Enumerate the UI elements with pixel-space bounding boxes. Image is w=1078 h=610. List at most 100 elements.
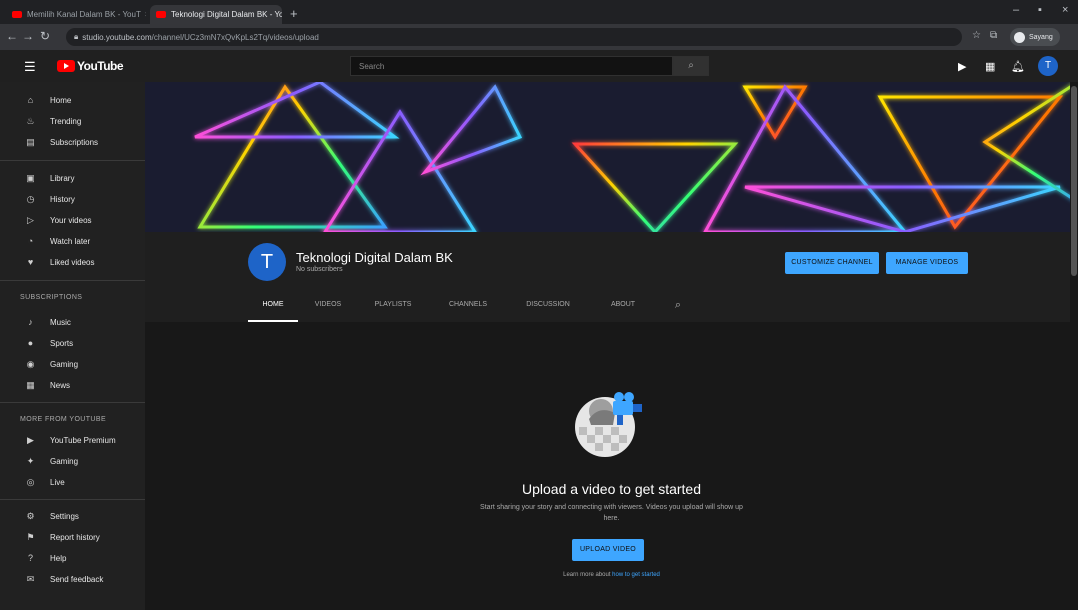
- profile-button[interactable]: Sayang: [1010, 28, 1060, 46]
- close-tab-1-icon[interactable]: ×: [141, 10, 146, 19]
- sidebar-divider: [0, 280, 145, 281]
- url-host: studio.youtube.com: [82, 32, 152, 42]
- sidebar-item-label: YouTube Premium: [50, 435, 116, 445]
- sidebar-item-label: Trending: [50, 116, 82, 126]
- close-window-button[interactable]: ×: [1062, 4, 1068, 16]
- sidebar-divider: [0, 402, 145, 403]
- sidebar-item-label: Live: [50, 477, 65, 487]
- youtube-favicon-icon: [156, 11, 166, 18]
- address-bar-row: ← → ↻ 🔒︎ studio.youtube.com /channel/UCz…: [0, 24, 1078, 50]
- sidebar-item-gaming[interactable]: ◉ Gaming: [0, 354, 145, 374]
- channel-banner: [145, 82, 1078, 232]
- youtube-play-icon: [57, 60, 75, 72]
- sidebar-item-label: Liked videos: [50, 257, 95, 267]
- tab-home[interactable]: HOME: [248, 292, 298, 322]
- subscriptions-heading: SUBSCRIPTIONS: [20, 294, 83, 301]
- sidebar-item-settings[interactable]: ⚙ Settings: [0, 506, 145, 526]
- sidebar-item-sports[interactable]: ● Sports: [0, 333, 145, 353]
- more-from-youtube-heading: MORE FROM YOUTUBE: [20, 416, 107, 423]
- browser-tab-2-label: Teknologi Digital Dalam BK - Yo: [171, 10, 282, 19]
- channel-title: Teknologi Digital Dalam BK: [296, 250, 453, 265]
- youtube-logo[interactable]: YouTube: [57, 59, 124, 73]
- create-video-icon[interactable]: ▶: [958, 60, 966, 73]
- tab-videos[interactable]: VIDEOS: [303, 292, 353, 322]
- tab-about[interactable]: ABOUT: [598, 292, 648, 322]
- history-icon: ◷: [26, 193, 35, 204]
- sidebar-item-label: Settings: [50, 511, 79, 521]
- sidebar-item-label: History: [50, 194, 75, 204]
- sidebar-item-home[interactable]: ⌂ Home: [0, 90, 145, 110]
- browser-tab-1-label: Memilih Kanal Dalam BK - YouT: [27, 10, 141, 19]
- channel-header: T Teknologi Digital Dalam BK No subscrib…: [145, 232, 1078, 322]
- subscriber-count: No subscribers: [296, 266, 343, 273]
- sidebar-item-subscriptions[interactable]: ▤ Subscriptions: [0, 132, 145, 152]
- neon-triangles-art: [194, 82, 1078, 232]
- search-input[interactable]: Search: [350, 56, 673, 76]
- sidebar-item-liked-videos[interactable]: ♥ Liked videos: [0, 252, 145, 272]
- sidebar-item-history[interactable]: ◷ History: [0, 189, 145, 209]
- sidebar-item-your-videos[interactable]: ▷ Your videos: [0, 210, 145, 230]
- notifications-bell-icon[interactable]: 🔔︎: [1011, 60, 1025, 73]
- hamburger-menu-icon[interactable]: ☰: [24, 59, 36, 75]
- browser-tab-1[interactable]: Memilih Kanal Dalam BK - YouT ×: [6, 5, 146, 24]
- learn-more-text: Learn more about how to get started: [145, 572, 1078, 578]
- gaming-icon: ◉: [26, 358, 35, 369]
- sidebar-item-label: Gaming: [50, 456, 79, 466]
- channel-content: Upload a video to get started Start shar…: [145, 322, 1078, 610]
- sidebar-item-watch-later[interactable]: ◔ Watch later: [0, 231, 145, 251]
- sidebar-item-trending[interactable]: ♨ Trending: [0, 111, 145, 131]
- sidebar-item-live[interactable]: ◎ Live: [0, 472, 145, 492]
- news-icon: ▦: [26, 379, 35, 390]
- maximize-button[interactable]: ▪: [1038, 4, 1042, 16]
- star-icon[interactable]: ☆: [972, 30, 981, 41]
- url-field[interactable]: 🔒︎ studio.youtube.com /channel/UCz3mN7xQ…: [66, 28, 962, 46]
- url-path: /channel/UCz3mN7xQvKpLs2Tq/videos/upload: [151, 32, 319, 42]
- music-icon: ♪: [28, 317, 33, 327]
- sidebar-item-youtube-premium[interactable]: ▶ YouTube Premium: [0, 430, 145, 450]
- premium-icon: ▶: [27, 434, 34, 445]
- customize-channel-button[interactable]: CUSTOMIZE CHANNEL: [785, 252, 879, 274]
- learn-more-link[interactable]: how to get started: [612, 572, 660, 578]
- sidebar-item-label: Watch later: [50, 236, 91, 246]
- extension-icon[interactable]: ⧉: [990, 30, 997, 41]
- back-arrow-icon[interactable]: ←: [6, 29, 18, 43]
- upload-video-button[interactable]: UPLOAD VIDEO: [572, 539, 644, 561]
- youtube-favicon-icon: [12, 11, 22, 18]
- manage-videos-button[interactable]: MANAGE VIDEOS: [886, 252, 968, 274]
- minimize-button[interactable]: –: [1013, 4, 1019, 16]
- channel-search-icon[interactable]: ⌕: [663, 292, 693, 322]
- account-avatar[interactable]: T: [1038, 56, 1058, 76]
- channel-avatar[interactable]: T: [248, 243, 286, 281]
- page-scrollbar[interactable]: [1070, 82, 1078, 610]
- tab-discussion[interactable]: DISCUSSION: [513, 292, 583, 322]
- gaming-icon: ✦: [26, 455, 35, 466]
- tab-channels[interactable]: CHANNELS: [438, 292, 498, 322]
- sidebar-item-send-feedback[interactable]: ✉ Send feedback: [0, 569, 145, 589]
- sidebar-item-news[interactable]: ▦ News: [0, 375, 145, 395]
- sidebar-item-gaming-more[interactable]: ✦ Gaming: [0, 451, 145, 471]
- new-tab-button[interactable]: +: [290, 6, 298, 21]
- learn-more-prefix: Learn more about: [563, 572, 611, 578]
- gear-icon: ⚙: [26, 510, 35, 521]
- sidebar-item-report-history[interactable]: ⚑ Report history: [0, 527, 145, 547]
- forward-arrow-icon[interactable]: →: [22, 29, 34, 43]
- browser-tab-2[interactable]: Teknologi Digital Dalam BK - Yo ×: [150, 5, 282, 24]
- feedback-icon: ✉: [26, 573, 35, 584]
- sidebar-item-label: Your videos: [50, 215, 92, 225]
- sidebar-item-label: Sports: [50, 338, 74, 348]
- thumbs-up-icon: ♥: [27, 257, 34, 267]
- search-button[interactable]: ⌕: [673, 56, 709, 76]
- tab-playlists[interactable]: PLAYLISTS: [363, 292, 423, 322]
- profile-avatar-icon: [1014, 31, 1025, 43]
- reload-icon[interactable]: ↻: [40, 29, 50, 43]
- sidebar-item-label: Gaming: [50, 359, 79, 369]
- lock-icon: 🔒︎: [74, 32, 79, 41]
- sidebar: ⌂ Home ♨ Trending ▤ Subscriptions ▣ Libr…: [0, 82, 145, 610]
- apps-grid-icon[interactable]: ▦: [985, 60, 995, 73]
- sidebar-divider: [0, 499, 145, 500]
- scrollbar-thumb[interactable]: [1071, 86, 1077, 276]
- sidebar-item-music[interactable]: ♪ Music: [0, 312, 145, 332]
- sidebar-item-help[interactable]: ? Help: [0, 548, 145, 568]
- sidebar-item-library[interactable]: ▣ Library: [0, 168, 145, 188]
- library-icon: ▣: [26, 172, 35, 183]
